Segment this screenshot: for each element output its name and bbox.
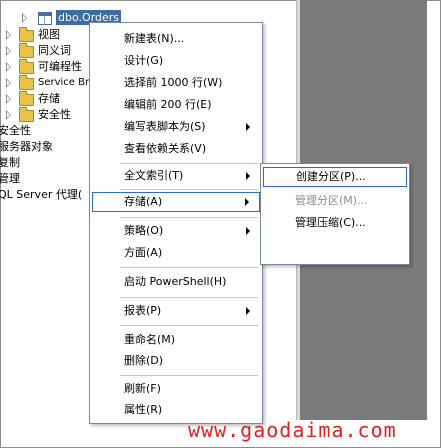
- menu-item-label: 报表(P): [124, 304, 162, 317]
- menu-item-label: 查看依赖关系(V): [124, 142, 207, 155]
- expand-arrow-icon[interactable]: [6, 62, 11, 72]
- submenu-item-create-partition[interactable]: 创建分区(P)...: [263, 167, 407, 187]
- submenu-arrow-icon: [245, 198, 249, 206]
- menu-item-label: 选择前 1000 行(W): [124, 76, 223, 89]
- tree-node-management[interactable]: 管理: [0, 171, 90, 187]
- menu-item-label: 管理分区(M)...: [295, 194, 368, 207]
- tree-node-label: 服务器对象: [0, 140, 53, 153]
- menu-item-label: 策略(O): [124, 224, 164, 237]
- tree-node-label: 安全性: [38, 108, 71, 121]
- menu-item-label: 创建分区(P)...: [296, 170, 366, 183]
- expand-arrow-icon[interactable]: [6, 94, 11, 104]
- menu-item-facets[interactable]: 方面(A): [92, 243, 260, 263]
- tree-node-views[interactable]: 视图: [0, 27, 90, 43]
- menu-item-design[interactable]: 设计(G): [92, 51, 260, 71]
- tree-node-label: 视图: [38, 28, 60, 41]
- expand-arrow-icon[interactable]: [6, 46, 11, 56]
- tree-node-label: QL Server 代理(: [0, 188, 83, 201]
- expand-arrow-icon[interactable]: [6, 30, 11, 40]
- tree-node-label: 复制: [0, 156, 20, 169]
- tree-node-storage[interactable]: 存储: [0, 91, 90, 107]
- menu-item-label: 删除(D): [124, 354, 164, 367]
- menu-item-script-table-as[interactable]: 编写表脚本为(S): [92, 117, 260, 137]
- menu-separator: [120, 163, 258, 164]
- context-menu: 新建表(N)... 设计(G) 选择前 1000 行(W) 编辑前 200 行(…: [89, 22, 263, 424]
- tree-node-replication[interactable]: 复制: [0, 155, 90, 171]
- menu-item-properties[interactable]: 属性(R): [92, 400, 260, 420]
- folder-icon: [19, 107, 34, 122]
- menu-item-full-text-index[interactable]: 全文索引(T): [92, 166, 260, 186]
- folder-icon: [19, 91, 34, 106]
- tree-node-label: 存储: [38, 92, 60, 105]
- tree-node-server-objects[interactable]: 服务器对象: [0, 139, 90, 155]
- menu-item-storage[interactable]: 存储(A): [92, 192, 260, 212]
- tree-node-label: Service Br: [38, 77, 90, 88]
- tree-node-sql-agent[interactable]: QL Server 代理(: [0, 187, 90, 203]
- table-icon: [38, 12, 52, 25]
- menu-item-delete[interactable]: 删除(D): [92, 351, 260, 371]
- storage-submenu: 创建分区(P)... 管理分区(M)... 管理压缩(C)...: [260, 163, 410, 265]
- submenu-arrow-icon: [246, 123, 250, 131]
- menu-item-new-table[interactable]: 新建表(N)...: [92, 29, 260, 49]
- submenu-arrow-icon: [246, 227, 250, 235]
- tree-node-service-broker[interactable]: Service Br: [0, 75, 90, 91]
- menu-item-label: 启动 PowerShell(H): [124, 275, 227, 288]
- submenu-arrow-icon: [246, 307, 250, 315]
- menu-separator: [120, 217, 258, 218]
- expand-arrow-icon[interactable]: [6, 78, 11, 88]
- menu-separator: [120, 297, 258, 298]
- tree-node-server-security[interactable]: 安全性: [0, 123, 90, 139]
- menu-separator: [120, 375, 258, 376]
- expand-arrow-icon[interactable]: [22, 13, 27, 23]
- menu-item-label: 重命名(M): [124, 333, 176, 346]
- menu-separator: [120, 189, 258, 190]
- menu-item-label: 存储(A): [124, 195, 163, 208]
- folder-icon: [19, 27, 34, 42]
- tree-node-programmability[interactable]: 可编程性: [0, 59, 90, 75]
- menu-item-view-dependencies[interactable]: 查看依赖关系(V): [92, 139, 260, 159]
- menu-item-label: 新建表(N)...: [124, 32, 185, 45]
- folder-icon: [19, 59, 34, 74]
- menu-item-label: 全文索引(T): [124, 169, 184, 182]
- menu-item-label: 设计(G): [124, 54, 164, 67]
- menu-separator: [120, 267, 258, 268]
- menu-item-start-powershell[interactable]: 启动 PowerShell(H): [92, 272, 260, 292]
- tree-node-label: 可编程性: [38, 60, 82, 73]
- menu-item-rename[interactable]: 重命名(M): [92, 330, 260, 350]
- folder-icon: [19, 75, 34, 90]
- menu-separator: [120, 325, 258, 326]
- watermark-text: www.gaodaima.com: [188, 418, 397, 442]
- menu-item-edit-top-200[interactable]: 编辑前 200 行(E): [92, 95, 260, 115]
- submenu-item-manage-partition: 管理分区(M)...: [263, 191, 407, 211]
- menu-item-policies[interactable]: 策略(O): [92, 221, 260, 241]
- menu-item-label: 管理压缩(C)...: [295, 216, 366, 229]
- menu-item-select-top-1000[interactable]: 选择前 1000 行(W): [92, 73, 260, 93]
- folder-icon: [19, 43, 34, 58]
- menu-item-label: 编辑前 200 行(E): [124, 98, 212, 111]
- tree-node-synonyms[interactable]: 同义词: [0, 43, 90, 59]
- menu-item-label: 编写表脚本为(S): [124, 120, 206, 133]
- menu-item-label: 方面(A): [124, 246, 163, 259]
- object-explorer-tree: dbo.Orders 视图 同义词 可编程性 Service Br 存储 安全性…: [0, 0, 121, 203]
- tree-node-label: 管理: [0, 172, 20, 185]
- menu-item-reports[interactable]: 报表(P): [92, 301, 260, 321]
- tree-node-label: 安全性: [0, 124, 31, 137]
- submenu-item-manage-compression[interactable]: 管理压缩(C)...: [263, 213, 407, 233]
- submenu-arrow-icon: [246, 172, 250, 180]
- menu-item-label: 属性(R): [124, 403, 163, 416]
- menu-item-label: 刷新(F): [124, 382, 161, 395]
- menu-item-refresh[interactable]: 刷新(F): [92, 379, 260, 399]
- tree-node-security[interactable]: 安全性: [0, 107, 90, 123]
- tree-node-label: 同义词: [38, 44, 71, 57]
- expand-arrow-icon[interactable]: [6, 110, 11, 120]
